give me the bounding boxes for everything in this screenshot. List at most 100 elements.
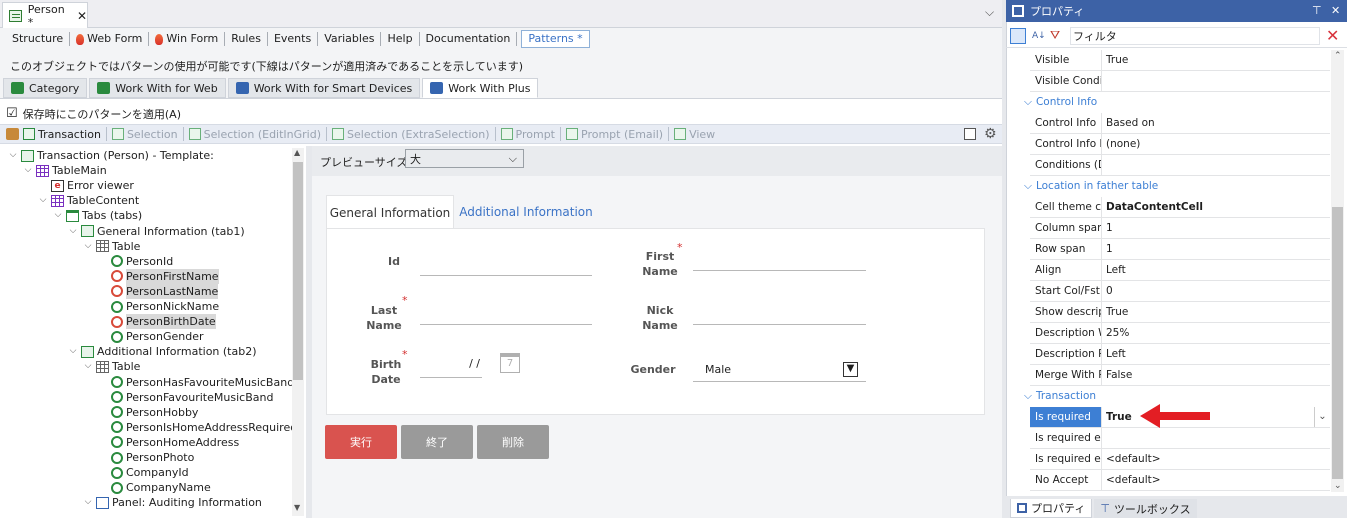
tree-node[interactable]: ⌵ Transaction (Person) - Template: [8,148,214,163]
pin-icon[interactable]: ⊤ [1312,4,1322,17]
tab-properties[interactable]: プロパティ [1010,499,1093,518]
run-button[interactable]: 実行 [325,425,397,459]
tab-work-with-plus[interactable]: Work With Plus [422,78,539,98]
tab-category[interactable]: Category [3,78,88,98]
tab-events[interactable]: Events [268,32,319,46]
preview-size-select[interactable]: 大 ⌵ [405,149,524,168]
tab-variables[interactable]: Variables [318,32,382,46]
tree-node[interactable]: ⌵ TableMain [23,163,107,178]
apply-on-save-checkbox[interactable]: ☑ 保存時にこのパターンを適用(A) [6,106,181,122]
property-row[interactable]: Description Wi25% [1030,323,1330,344]
property-value[interactable] [1102,428,1330,448]
tab-work-with-web[interactable]: Work With for Web [89,78,226,98]
property-value[interactable]: True [1102,302,1330,322]
tree-node[interactable]: PersonHasFavouriteMusicBand [98,375,294,390]
tree-scrollbar-thumb[interactable] [293,162,303,380]
tree-node[interactable]: PersonPhoto [98,450,194,465]
property-row[interactable]: Show descriptiTrue [1030,302,1330,323]
property-category[interactable]: ⌵ Control Info [1024,92,1097,113]
expand-toggle-icon[interactable]: ⌵ [38,193,48,208]
tab-work-with-smart-devices[interactable]: Work With for Smart Devices [227,78,421,98]
tab-rules[interactable]: Rules [225,32,268,46]
property-value[interactable]: Left [1102,344,1330,364]
tab-structure[interactable]: Structure [6,32,71,46]
gear-icon[interactable]: ⚙ [984,126,997,142]
scroll-down-icon[interactable]: ⌄ [1334,481,1342,491]
delete-button[interactable]: 削除 [477,425,549,459]
expand-toggle-icon[interactable]: ⌵ [68,344,78,359]
template-tab-view[interactable]: View [668,127,720,141]
property-value[interactable]: 1 [1102,239,1330,259]
input-first-name[interactable] [693,270,866,271]
property-row[interactable]: Is required erro<default> [1030,449,1330,470]
tree-node[interactable]: e Error viewer [38,178,134,193]
tree-node[interactable]: ⌵ Additional Information (tab2) [68,344,257,359]
property-value[interactable]: Based on [1102,113,1330,133]
property-category[interactable]: ⌵ Transaction [1024,386,1096,407]
tree-node[interactable]: CompanyName [98,480,211,495]
close-button[interactable]: 終了 [401,425,473,459]
tree-node[interactable]: PersonLastName [98,283,219,299]
scroll-up-icon[interactable]: ▲ [294,148,300,157]
property-row[interactable]: Cell theme clasDataContentCell [1030,197,1330,218]
property-value[interactable]: 25% [1102,323,1330,343]
tree-node[interactable]: ⌵ Table [83,239,141,254]
tab-documentation[interactable]: Documentation [420,32,518,46]
template-tab-selection-extraselection[interactable]: Selection (ExtraSelection) [326,127,495,141]
birth-date-input[interactable]: / / [420,356,482,378]
property-row[interactable]: Conditions (Dy [1030,155,1330,176]
tab-toolbox[interactable]: ⊤ ツールボックス [1094,499,1197,518]
dropdown-arrow-icon[interactable]: ⌄ [1314,407,1330,427]
calendar-icon[interactable]: 7 [500,353,520,373]
input-nick-name[interactable] [693,324,866,325]
property-value[interactable]: DataContentCell [1102,197,1330,217]
property-row[interactable]: Visible True [1030,50,1330,71]
tree-node[interactable]: ⌵ Tabs (tabs) [53,208,143,223]
input-id[interactable] [420,275,592,276]
expand-toggle-icon[interactable]: ⌵ [83,239,93,254]
property-value[interactable]: (none) [1102,134,1330,154]
template-tab-selection-editingrid[interactable]: Selection (EditInGrid) [182,127,326,141]
sort-alpha-icon[interactable]: A↓ [1032,31,1046,41]
close-icon[interactable]: ✕ [77,9,87,23]
input-last-name[interactable] [420,324,592,325]
property-value[interactable]: True [1102,50,1330,70]
template-tab-transaction[interactable]: Transaction [23,127,106,141]
expand-toggle-icon[interactable]: ⌵ [23,163,33,178]
property-row[interactable]: No Accept <default> [1030,470,1330,491]
tree-node[interactable]: ⌵ TableContent [38,193,140,208]
property-value[interactable]: Left [1102,260,1330,280]
expand-toggle-icon[interactable]: ⌵ [53,208,63,223]
properties-filter-input[interactable]: フィルタ [1070,27,1320,45]
property-row[interactable]: Column span 1 [1030,218,1330,239]
property-row[interactable]: Merge With Pr False [1030,365,1330,386]
property-row[interactable]: Row span 1 [1030,239,1330,260]
property-row[interactable]: Start Col/Fst A0 [1030,281,1330,302]
tab-patterns[interactable]: Patterns * [521,30,590,48]
property-value[interactable]: <default> [1102,449,1330,469]
new-instance-icon[interactable] [964,128,976,140]
expand-toggle-icon[interactable]: ⌵ [68,224,78,239]
expand-toggle-icon[interactable]: ⌵ [83,359,93,374]
tree-node[interactable]: PersonGender [98,329,204,344]
categorized-icon[interactable] [1010,27,1026,44]
chevron-down-icon[interactable]: ⌵ [985,5,994,20]
form-tab-additional-information[interactable]: Additional Information [458,195,594,229]
properties-scrollbar-thumb[interactable] [1332,207,1343,479]
property-value[interactable]: True [1102,407,1330,427]
template-tab-prompt-email[interactable]: Prompt (Email) [560,127,668,141]
tree-node[interactable]: ⌵ Table [83,359,141,374]
property-value[interactable]: False [1102,365,1330,385]
gender-select[interactable]: Male ▼ [693,358,866,382]
property-category[interactable]: ⌵ Location in father table [1024,176,1158,197]
tree-node[interactable]: PersonHomeAddress [98,435,239,450]
tab-web-form[interactable]: Web Form [70,32,150,46]
property-row[interactable]: Visible Conditi [1030,71,1330,92]
tree-node[interactable]: PersonFavouriteMusicBand [98,390,273,405]
template-tab-prompt[interactable]: Prompt [494,127,560,141]
property-value[interactable] [1102,155,1330,175]
tree-node[interactable]: PersonIsHomeAddressRequired [98,420,297,435]
property-value[interactable] [1102,71,1330,91]
property-row[interactable]: Control Info ba(none) [1030,134,1330,155]
tree-node[interactable]: PersonId [98,254,173,269]
